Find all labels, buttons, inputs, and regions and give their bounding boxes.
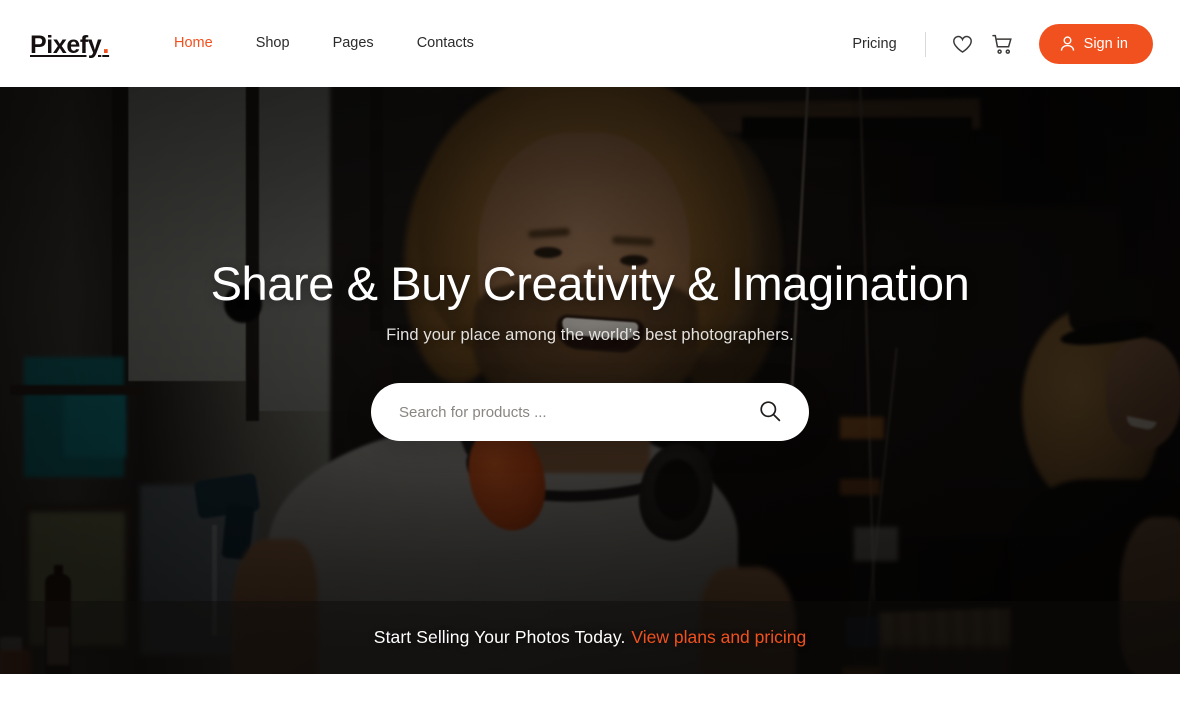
cta-banner: Start Selling Your Photos Today. View pl… <box>0 601 1180 674</box>
nav-item-shop[interactable]: Shop <box>256 34 290 53</box>
sign-in-label: Sign in <box>1083 36 1128 52</box>
search-submit-button[interactable] <box>755 397 785 427</box>
nav-item-home[interactable]: Home <box>174 34 213 53</box>
brand-dot: . <box>102 29 110 59</box>
cart-button[interactable] <box>990 31 1016 57</box>
brand-logo[interactable]: Pixefy. <box>30 28 109 61</box>
below-fold-area <box>0 674 1180 724</box>
wishlist-button[interactable] <box>950 31 976 57</box>
hero-content: Share & Buy Creativity & Imagination Fin… <box>0 87 1180 674</box>
cta-text: Start Selling Your Photos Today. <box>373 627 626 647</box>
shopping-cart-icon <box>991 34 1014 55</box>
user-icon <box>1060 36 1075 52</box>
nav-item-contacts[interactable]: Contacts <box>417 34 474 53</box>
hero-section: Share & Buy Creativity & Imagination Fin… <box>0 87 1180 674</box>
site-header: Pixefy. Home Shop Pages Contacts Pricing <box>0 0 1180 87</box>
nav-item-pricing[interactable]: Pricing <box>852 35 896 54</box>
heart-icon <box>952 35 973 54</box>
header-divider <box>924 31 926 57</box>
search-icon <box>759 400 781 425</box>
nav-item-pages[interactable]: Pages <box>333 34 374 53</box>
main-navigation: Home Shop Pages Contacts <box>174 34 474 53</box>
header-actions: Pricing Sign in <box>852 22 1153 66</box>
search-input[interactable] <box>399 403 755 421</box>
hero-subtitle: Find your place among the world’s best p… <box>386 326 794 344</box>
cta-pricing-link[interactable]: View plans and pricing <box>631 627 806 648</box>
hero-search-bar[interactable] <box>371 383 809 441</box>
hero-title: Share & Buy Creativity & Imagination <box>210 257 970 310</box>
sign-in-button[interactable]: Sign in <box>1038 24 1153 64</box>
brand-name: Pixefy <box>30 31 102 59</box>
page-root: Pixefy. Home Shop Pages Contacts Pricing <box>0 0 1180 724</box>
